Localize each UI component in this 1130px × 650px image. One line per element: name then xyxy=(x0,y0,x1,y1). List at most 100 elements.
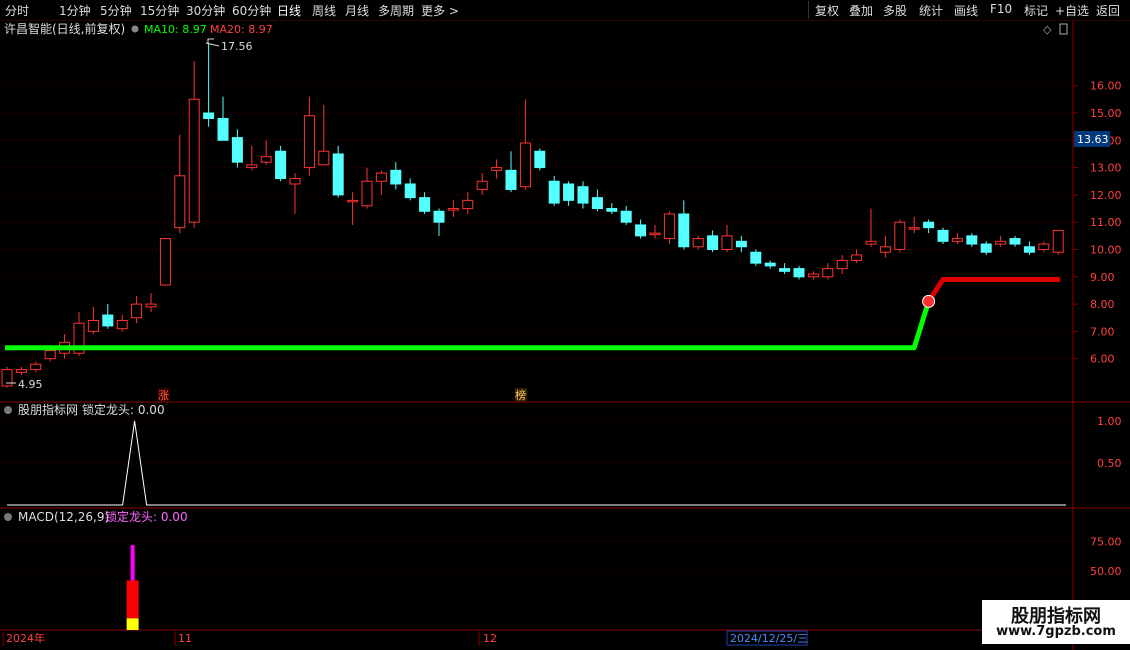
price-tick-label: 11.00 xyxy=(1090,216,1122,229)
candle-body xyxy=(980,243,992,253)
period-intraday[interactable]: 分时 xyxy=(5,2,29,19)
candle-body xyxy=(923,221,935,229)
multi-stock-button[interactable]: 多股 xyxy=(883,2,907,19)
indicator-panel-2: 0.50 1.00 xyxy=(0,415,1122,506)
date-cursor-label: 2024/12/25/三 xyxy=(730,632,808,645)
candle-body xyxy=(332,153,344,196)
stock-title: 许昌智能(日线,前复权) xyxy=(4,21,125,36)
price-tick-label: 7.00 xyxy=(1090,325,1115,338)
candle-body xyxy=(303,115,315,169)
diamond-icon[interactable]: ◇ xyxy=(1043,23,1052,36)
panel-2-dot-icon[interactable] xyxy=(4,406,12,414)
candle-body xyxy=(966,235,978,245)
fuquan-button[interactable]: 复权 xyxy=(815,2,839,19)
f10-button[interactable]: F10 xyxy=(990,2,1012,16)
candle-body xyxy=(390,169,402,185)
dot-icon xyxy=(131,25,139,33)
candle-body xyxy=(476,180,488,190)
low-price-label: 4.95 xyxy=(18,378,43,391)
candle-body xyxy=(548,180,560,204)
candle-body xyxy=(563,183,575,201)
candle-body xyxy=(707,235,719,251)
candle-body xyxy=(462,199,474,210)
period-15min[interactable]: 15分钟 xyxy=(140,2,179,19)
candle-body xyxy=(879,246,891,253)
candle-body xyxy=(404,183,416,199)
watermark: 股朋指标网 www.7gpzb.com xyxy=(982,600,1130,644)
stock-chart[interactable]: 6.007.008.009.0010.0011.0012.0013.0014.0… xyxy=(0,21,1130,650)
candle-body xyxy=(692,238,704,248)
candle-body xyxy=(375,172,387,182)
period-5min[interactable]: 5分钟 xyxy=(100,2,132,19)
candle-body xyxy=(721,235,733,251)
period-daily[interactable]: 日线 xyxy=(277,2,301,19)
high-pointer xyxy=(205,42,220,47)
candle-body xyxy=(361,180,373,207)
period-monthly[interactable]: 月线 xyxy=(345,2,369,19)
candle-body xyxy=(347,199,359,203)
panel-2-tick-label: 0.50 xyxy=(1097,457,1122,470)
price-tick-label: 9.00 xyxy=(1090,271,1115,284)
candle-body xyxy=(1023,246,1035,253)
period-more[interactable]: 更多 > xyxy=(421,2,459,19)
candle-body xyxy=(1052,229,1064,253)
toolbar-separator xyxy=(808,1,809,19)
candle-body xyxy=(620,210,632,223)
back-button[interactable]: 返回 xyxy=(1096,2,1120,19)
candle-body xyxy=(260,156,272,163)
toolbar: 分时 1分钟 5分钟 15分钟 30分钟 60分钟 日线 周线 月线 多周期 更… xyxy=(0,0,1130,21)
candle-body xyxy=(289,178,301,185)
panel-3-title: MACD(12,26,9) xyxy=(18,510,109,524)
period-60min[interactable]: 60分钟 xyxy=(232,2,271,19)
candle-body xyxy=(807,273,819,278)
candle-body xyxy=(750,251,762,264)
candle-body xyxy=(908,227,920,230)
price-tick-label: 15.00 xyxy=(1090,107,1122,120)
candle-body xyxy=(836,259,848,270)
stats-button[interactable]: 统计 xyxy=(919,2,943,19)
candle-body xyxy=(102,314,114,327)
overlay-button[interactable]: 叠加 xyxy=(849,2,873,19)
period-1min[interactable]: 1分钟 xyxy=(59,2,91,19)
candle-body xyxy=(635,224,647,237)
candle-body xyxy=(937,229,949,242)
candle-body xyxy=(231,137,243,163)
candle-body xyxy=(447,208,459,211)
panel-toggle-icon[interactable] xyxy=(1059,23,1068,35)
mark-button[interactable]: 标记 xyxy=(1024,2,1048,19)
add-watchlist-button[interactable]: +自选 xyxy=(1055,2,1089,19)
candle-body xyxy=(30,363,42,371)
green-support-line xyxy=(5,300,931,351)
candle-body xyxy=(534,150,546,169)
candle-body xyxy=(577,186,589,204)
price-tick-label: 13.00 xyxy=(1090,162,1122,175)
candle-body xyxy=(735,240,747,248)
period-multi[interactable]: 多周期 xyxy=(378,2,414,19)
period-weekly[interactable]: 周线 xyxy=(312,2,336,19)
high-price-label: 17.56 xyxy=(221,40,253,53)
last-price-label: 13.63 xyxy=(1077,133,1109,146)
candle-body xyxy=(951,238,963,242)
candle-body xyxy=(159,238,171,286)
candle-body xyxy=(246,164,258,169)
candle-body xyxy=(1038,243,1050,250)
candle-body xyxy=(145,303,157,308)
candle-body xyxy=(433,210,445,223)
candle-body xyxy=(1,369,13,387)
draw-button[interactable]: 画线 xyxy=(954,2,978,19)
main-gridlines xyxy=(0,85,1072,360)
panel-3-dot-icon[interactable] xyxy=(4,513,12,521)
price-tick-label: 10.00 xyxy=(1090,244,1122,257)
candle-body xyxy=(779,268,791,272)
candle-body xyxy=(131,303,143,319)
period-30min[interactable]: 30分钟 xyxy=(186,2,225,19)
macd-panel: 50.00 75.00 xyxy=(0,536,1122,630)
ma10-label: MA10: 8.97 xyxy=(144,23,207,36)
candle-body xyxy=(1009,238,1021,245)
candle-body xyxy=(591,197,603,210)
price-tick-label: 12.00 xyxy=(1090,189,1122,202)
candle-body xyxy=(851,254,863,261)
candle-body xyxy=(116,319,128,330)
macd-bar-segment xyxy=(126,618,139,630)
tag-zhang-label: 涨 xyxy=(158,389,169,402)
